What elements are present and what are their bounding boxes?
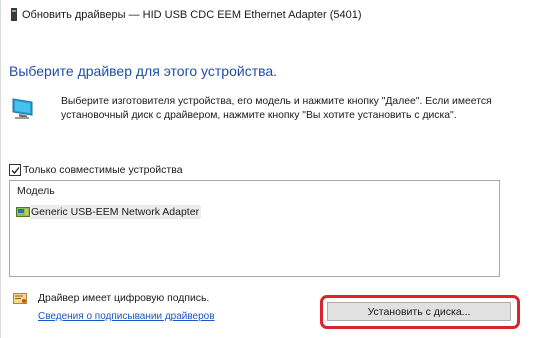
page-heading: Выберите драйвер для этого устройства. — [9, 63, 278, 79]
list-item[interactable]: Generic USB-EEM Network Adapter — [16, 205, 202, 219]
device-icon — [11, 8, 17, 21]
certificate-icon — [13, 292, 27, 304]
compatible-devices-label[interactable]: Только совместимые устройства — [23, 164, 183, 176]
title-bar: Обновить драйверы — HID USB CDC EEM Ethe… — [0, 0, 534, 34]
compatible-devices-checkbox[interactable] — [9, 164, 21, 176]
have-disk-button[interactable]: Установить с диска... — [327, 302, 511, 321]
compatible-devices-option[interactable]: Только совместимые устройства — [9, 164, 183, 176]
monitor-icon — [10, 96, 36, 120]
model-list[interactable]: Модель Generic USB-EEM Network Adapter — [9, 180, 500, 277]
model-name[interactable]: Generic USB-EEM Network Adapter — [31, 205, 202, 219]
model-column-header[interactable]: Модель — [17, 185, 55, 197]
digital-signature-text: Драйвер имеет цифровую подпись. — [38, 293, 210, 304]
window-title: Обновить драйверы — HID USB CDC EEM Ethe… — [22, 9, 362, 21]
instructions-text: Выберите изготовителя устройства, его мо… — [61, 96, 492, 121]
window-left-border — [0, 0, 1, 338]
network-adapter-icon — [16, 206, 30, 218]
driver-signing-link[interactable]: Сведения о подписывании драйверов — [38, 311, 215, 322]
